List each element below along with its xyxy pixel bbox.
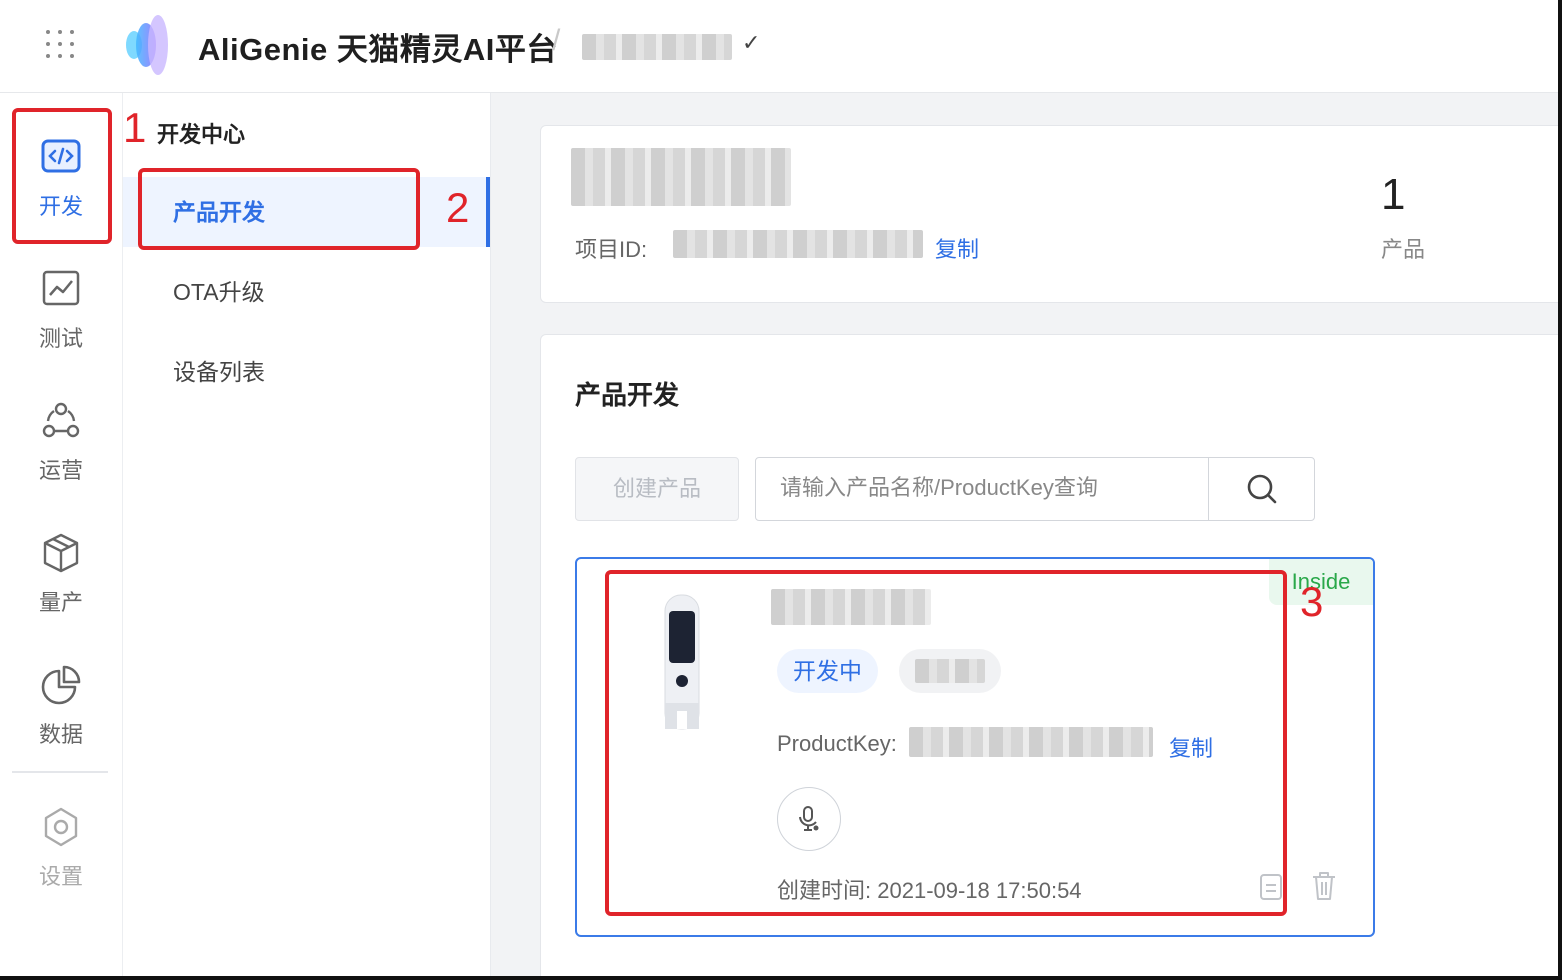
gear-icon: [44, 807, 78, 847]
project-name-redacted: [582, 34, 732, 60]
annotation-number-1: 1: [123, 104, 147, 151]
search-icon: [1247, 474, 1277, 504]
rail-item-operate[interactable]: 运营: [14, 379, 108, 499]
delete-icon[interactable]: [1309, 869, 1339, 903]
annotation-box-3: [605, 570, 1287, 916]
rail-item-label: 量产: [38, 590, 83, 615]
pie-icon: [41, 665, 81, 705]
project-selector[interactable]: ✓: [582, 30, 772, 64]
project-name-redacted: [571, 148, 791, 206]
search-input[interactable]: [756, 458, 1206, 518]
annotation-number-3: 3: [1300, 578, 1324, 625]
rail-item-data[interactable]: 数据: [14, 643, 108, 763]
screen-edge-bottom: [0, 976, 1562, 980]
subnav-item-device-list[interactable]: 设备列表: [123, 337, 490, 407]
search-box: [755, 457, 1315, 521]
chart-icon: [42, 270, 80, 306]
rail-item-settings[interactable]: 设置: [14, 785, 108, 905]
rail-item-label: 数据: [38, 722, 83, 747]
rail-item-label: 测试: [38, 326, 83, 351]
search-button[interactable]: [1208, 458, 1315, 520]
subnav-item-ota[interactable]: OTA升级: [123, 257, 490, 327]
project-id-redacted: [673, 230, 923, 258]
project-id-label: 项目ID:: [575, 237, 648, 262]
subnav-title: 开发中心: [157, 122, 246, 147]
project-summary-card: 项目ID: 复制 1 产品: [540, 125, 1562, 303]
app-grid-icon[interactable]: [42, 26, 78, 62]
section-title: 产品开发: [575, 380, 680, 410]
brand-title: AliGenie 天猫精灵AI平台: [198, 32, 558, 67]
chevron-down-icon: ✓: [742, 30, 761, 55]
create-product-button[interactable]: 创建产品: [575, 457, 739, 521]
network-icon: [42, 402, 80, 438]
annotation-box-2: [138, 168, 420, 250]
product-count: 1: [1381, 170, 1406, 219]
app-window: AliGenie 天猫精灵AI平台 / ✓ 开发 测试 运营 量产 数据 设置 …: [0, 0, 1562, 976]
cube-icon: [43, 533, 79, 573]
annotation-number-2: 2: [446, 184, 470, 231]
rail-divider: [12, 771, 108, 773]
top-bar: AliGenie 天猫精灵AI平台 / ✓: [0, 0, 1562, 93]
rail-item-label: 运营: [38, 458, 83, 483]
breadcrumb-separator: /: [552, 24, 561, 57]
aligenie-logo: [126, 15, 168, 75]
product-count-label: 产品: [1381, 237, 1426, 262]
rail-item-test[interactable]: 测试: [14, 247, 108, 367]
rail-item-mass-production[interactable]: 量产: [14, 511, 108, 631]
annotation-box-1: [12, 108, 112, 244]
rail-item-label: 设置: [38, 864, 83, 889]
screen-edge-right: [1558, 0, 1562, 980]
copy-project-id-link[interactable]: 复制: [935, 232, 979, 264]
